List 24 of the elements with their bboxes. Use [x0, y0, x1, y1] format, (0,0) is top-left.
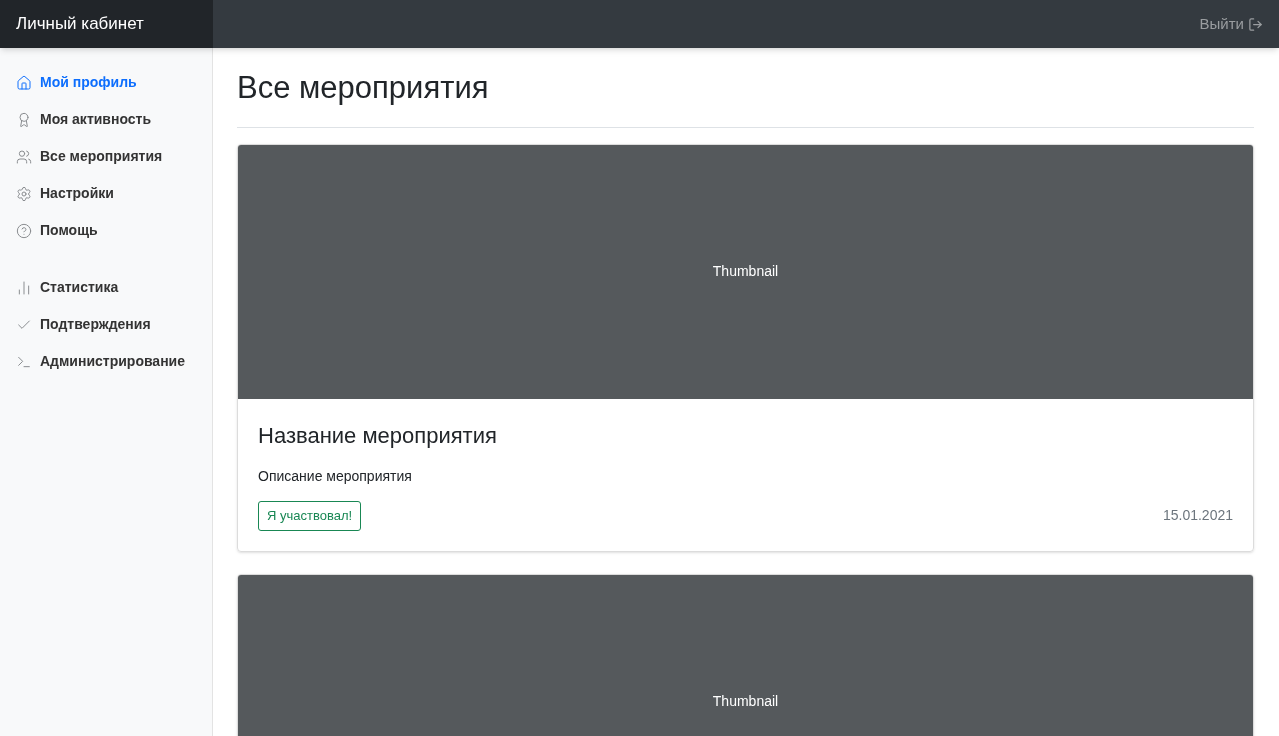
- sidebar-item[interactable]: Администрирование: [0, 343, 212, 380]
- sidebar-item[interactable]: Мой профиль: [0, 64, 212, 101]
- page-title: Все мероприятия: [237, 48, 1254, 128]
- users-icon: [16, 148, 32, 165]
- brand-title[interactable]: Личный кабинет: [16, 11, 144, 37]
- event-title: Название мероприятия: [258, 421, 498, 450]
- sidebar-item[interactable]: Подтверждения: [0, 306, 212, 343]
- thumbnail-label: Thumbnail: [712, 262, 779, 281]
- sidebar-item[interactable]: Моя активность: [0, 101, 212, 138]
- participated-button[interactable]: Я участвовал!: [258, 500, 362, 531]
- bar-chart-icon: [16, 279, 32, 296]
- home-icon: [16, 74, 32, 91]
- sidebar-item[interactable]: Статистика: [0, 269, 212, 306]
- event-date: 15.01.2021: [1162, 506, 1233, 525]
- sidebar-item[interactable]: Все мероприятия: [0, 138, 212, 175]
- sidebar-item[interactable]: Помощь: [0, 212, 212, 249]
- thumbnail-label: Thumbnail: [712, 692, 779, 711]
- help-icon: [16, 222, 32, 239]
- logout-link[interactable]: Выйти: [1199, 12, 1263, 36]
- settings-icon: [16, 185, 32, 202]
- event-description: Описание мероприятия: [258, 466, 413, 486]
- award-icon: [16, 111, 32, 128]
- sidebar-item[interactable]: Настройки: [0, 175, 212, 212]
- logout-icon: [1248, 16, 1263, 32]
